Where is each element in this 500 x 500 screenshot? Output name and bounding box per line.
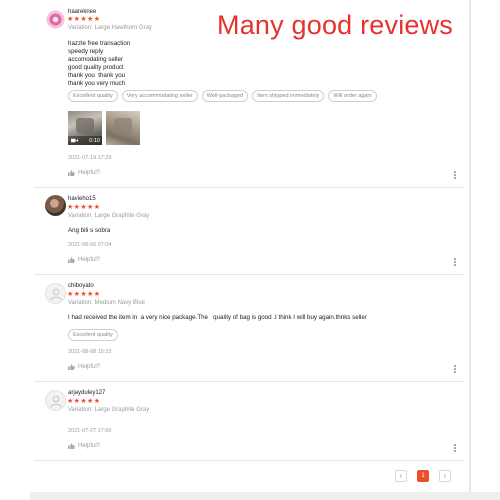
review-tag: Will order again [328,90,377,102]
review-media: 0:10 [68,111,140,145]
review-divider [34,187,464,188]
helpful-label: Helpful? [78,364,101,370]
review-variation: Variation: Large Graphite Gray [68,213,150,219]
review-text: hazzle free transaction speedy reply acc… [68,40,131,87]
thumbs-up-icon [68,170,75,176]
prev-page-button[interactable]: ‹ [395,470,407,482]
review-variation: Variation: Large Hawthorn Gray [68,25,152,31]
review-username[interactable]: chiboyato [68,283,94,289]
thumbs-up-icon [68,257,75,263]
review-divider [34,274,464,275]
thumbs-up-icon [68,443,75,449]
review-username[interactable]: havieho15 [68,196,96,202]
avatar[interactable] [45,390,66,411]
default-user-icon [50,288,62,301]
page-number-button[interactable]: 1 [417,470,429,482]
review-date: 2021-07-19 17:29 [68,155,112,161]
page-bottom-band [30,492,500,500]
review-date: 2021-08-06 07:04 [68,242,112,248]
video-camera-icon [71,138,78,143]
video-duration: 0:10 [89,138,100,144]
helpful-button[interactable]: Helpful? [68,170,100,176]
review-tag: Excellent quality [68,90,118,102]
rating-stars: ★★★★★ [67,291,101,298]
review-tag: Item shipped immediately [252,90,325,102]
review-tag: Excellent quality [68,329,118,341]
thumbs-up-icon [68,364,75,370]
more-options-icon[interactable] [453,365,457,375]
avatar[interactable] [45,283,66,304]
helpful-label: Helpful? [78,443,101,449]
review-username[interactable]: haareknee [68,9,96,15]
bag-picture [76,118,94,134]
overlay-caption: Many good reviews [217,10,454,40]
review-tag: Very accommodating seller [121,90,198,102]
panel-edge [469,0,471,492]
review-text: I had received the item in a very nice p… [68,314,367,321]
review-date: 2021-07-27 17:56 [68,428,112,434]
next-page-button[interactable]: › [439,470,451,482]
helpful-label: Helpful? [78,257,101,263]
review-image-thumbnail[interactable] [106,111,140,145]
helpful-label: Helpful? [78,170,101,176]
helpful-button[interactable]: Helpful? [68,443,100,449]
default-user-icon [50,395,62,408]
more-options-icon[interactable] [453,444,457,454]
rating-stars: ★★★★★ [67,16,101,23]
more-options-icon[interactable] [453,258,457,268]
pagination: ‹ 1 › [395,470,451,482]
helpful-button[interactable]: Helpful? [68,257,100,263]
reviews-page: Many good reviews haareknee ★★★★★ Variat… [0,0,500,500]
review-divider [34,460,464,461]
review-tags: Excellent quality [68,329,118,341]
review-divider [34,381,464,382]
avatar[interactable] [45,195,66,216]
avatar[interactable] [45,9,66,30]
review-tags: Excellent quality Very accommodating sel… [68,90,377,102]
review-variation: Variation: Medium Navy Blue [68,300,145,306]
review-tag: Well-packaged [201,90,249,102]
review-video-thumbnail[interactable]: 0:10 [68,111,102,145]
rating-stars: ★★★★★ [67,204,101,211]
bag-picture [114,118,132,134]
review-username[interactable]: arjayduley127 [68,390,105,396]
helpful-button[interactable]: Helpful? [68,364,100,370]
review-date: 2021-08-08 15:33 [68,349,112,355]
review-variation: Variation: Large Graphite Gray [68,407,150,413]
review-text: Ang bili s sobra [68,227,111,234]
more-options-icon[interactable] [453,171,457,181]
rating-stars: ★★★★★ [67,398,101,405]
